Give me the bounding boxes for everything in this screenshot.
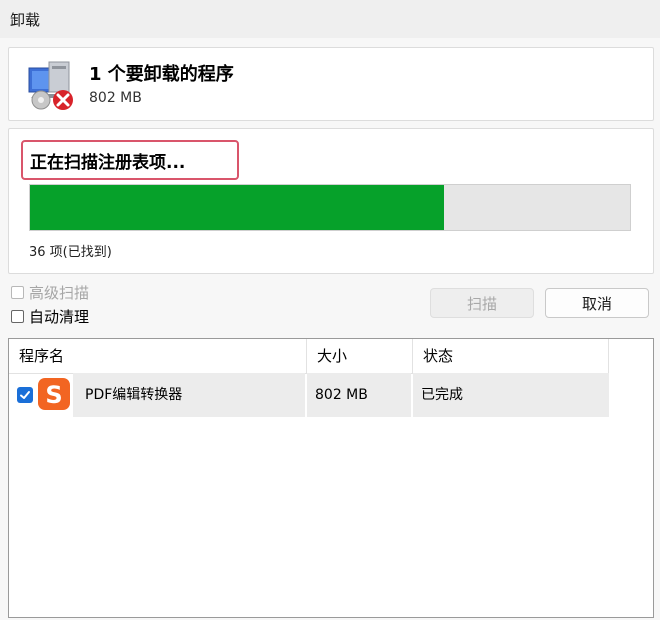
list-header: 程序名 大小 状态 (9, 339, 609, 374)
title-bar: 卸载 (0, 0, 660, 38)
auto-clean-checkbox[interactable] (11, 310, 24, 323)
svg-text:S: S (45, 381, 62, 409)
column-header-status[interactable]: 状态 (413, 339, 609, 373)
program-name-cell: PDF编辑转换器 (73, 373, 305, 417)
check-icon (20, 391, 30, 399)
row-checkbox[interactable] (17, 387, 33, 403)
program-size: 802 MB (307, 373, 411, 417)
program-name: PDF编辑转换器 (85, 387, 183, 403)
scan-progress-fill (30, 185, 444, 230)
uninstall-count-title: 1 个要卸载的程序 (89, 64, 234, 85)
uninstall-program-icon (23, 58, 77, 112)
total-size: 802 MB (89, 90, 142, 106)
scan-button[interactable]: 扫描 (430, 288, 534, 318)
advanced-scan-option[interactable]: 高级扫描 (11, 282, 89, 303)
advanced-scan-checkbox[interactable] (11, 286, 24, 299)
summary-panel: 1 个要卸载的程序 802 MB (8, 47, 654, 121)
sogou-s-icon: S (37, 377, 71, 411)
window-body: 1 个要卸载的程序 802 MB 正在扫描注册表项... 36 项(已找到) 高… (0, 38, 660, 620)
table-row[interactable]: PDF编辑转换器 802 MB 已完成 S (9, 373, 609, 417)
column-header-size[interactable]: 大小 (307, 339, 413, 373)
scan-progress-bar (29, 184, 631, 231)
program-list[interactable]: 程序名 大小 状态 PDF编辑转换器 802 MB 已完成 S (8, 338, 654, 618)
found-count: 36 项(已找到) (29, 245, 112, 260)
auto-clean-option[interactable]: 自动清理 (11, 306, 89, 327)
cancel-button[interactable]: 取消 (545, 288, 649, 318)
scan-panel: 正在扫描注册表项... 36 项(已找到) (8, 128, 654, 274)
advanced-scan-label: 高级扫描 (29, 284, 90, 302)
program-status: 已完成 (413, 373, 609, 417)
auto-clean-label: 自动清理 (29, 308, 90, 326)
column-header-name[interactable]: 程序名 (9, 339, 307, 373)
window-title: 卸载 (10, 11, 41, 29)
scan-status-text: 正在扫描注册表项... (30, 153, 186, 173)
